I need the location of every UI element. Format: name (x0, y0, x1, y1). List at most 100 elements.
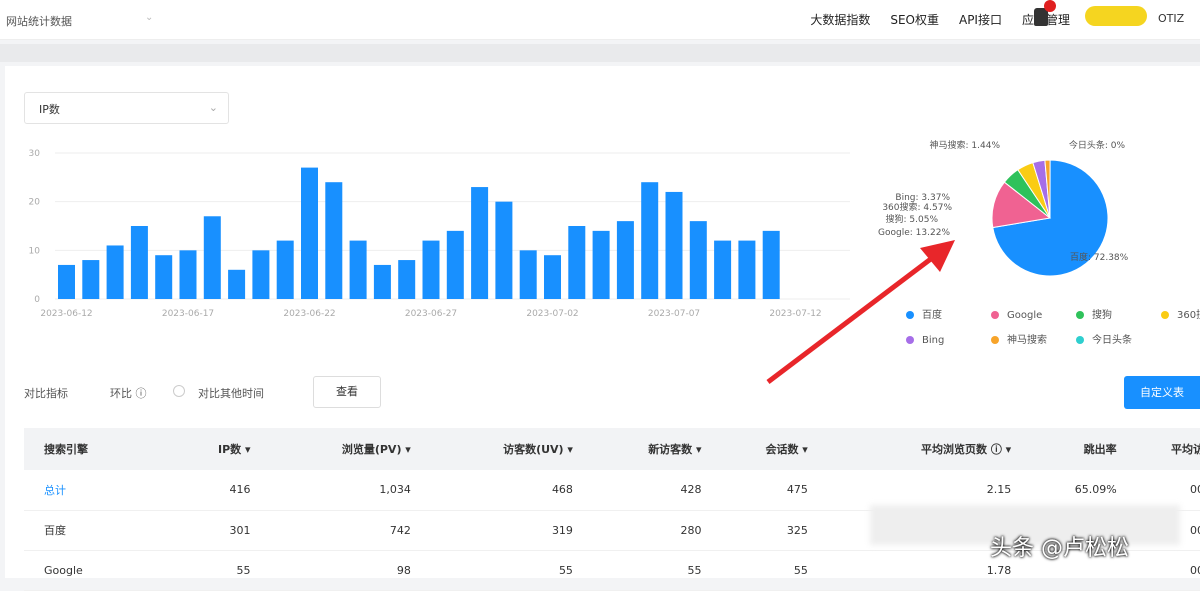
column-header[interactable]: 浏览量(PV) ▾ (260, 428, 421, 470)
metric-select-value: IP数 (39, 103, 60, 116)
site-selector[interactable]: 网站统计数据 (6, 13, 72, 29)
column-header[interactable]: 访客数(UV) ▾ (420, 428, 583, 470)
y-tick-label: 10 (29, 246, 41, 256)
slice-label: 搜狗: 5.05% (886, 213, 939, 225)
slice-label: 百度: 72.38% (1070, 251, 1129, 263)
bar-chart: 0 10 20 30 2023-06-12 2023-06-17 2023-06-22 202… (29, 149, 850, 319)
top-bar: 网站统计数据 ⌄ 大数据指数 SEO权重 API接口 应用管理 OTIZ (0, 0, 1200, 40)
table-cell: 428 (582, 470, 712, 511)
table-cell: 301 (174, 510, 261, 551)
other-time-option[interactable]: 对比其他时间 (198, 385, 264, 401)
column-header[interactable]: 搜索引擎 (24, 428, 175, 470)
bar[interactable] (155, 255, 173, 299)
table-cell: 280 (582, 510, 712, 551)
bar[interactable] (689, 221, 707, 299)
slice-label: Bing: 3.37% (895, 193, 950, 203)
table-cell: 468 (420, 470, 583, 511)
top-nav: 大数据指数 SEO权重 API接口 应用管理 (810, 11, 1070, 28)
legend-marker[interactable] (1076, 336, 1084, 344)
bar[interactable] (641, 182, 659, 299)
bar[interactable] (422, 240, 440, 299)
x-tick-label: 2023-06-17 (162, 309, 214, 319)
column-header[interactable]: 平均访 (1126, 428, 1200, 470)
legend-marker[interactable] (991, 336, 999, 344)
column-header[interactable]: 跳出率 (1021, 428, 1127, 470)
table-cell: 00 (1126, 550, 1200, 591)
bar[interactable] (179, 250, 197, 299)
bar[interactable] (130, 226, 148, 299)
table-cell: 319 (420, 510, 583, 551)
legend-label[interactable]: Google (1007, 310, 1042, 321)
table-cell: 742 (260, 510, 421, 551)
custom-table-button[interactable]: 自定义表 (1124, 376, 1200, 409)
bar[interactable] (446, 230, 464, 299)
chevron-down-icon[interactable]: ⌄ (145, 12, 153, 23)
legend-marker[interactable] (1161, 311, 1169, 319)
bar[interactable] (301, 167, 318, 299)
x-tick-label: 2023-07-07 (648, 309, 700, 319)
legend-marker[interactable] (991, 311, 999, 319)
mom-option[interactable]: 环比 ⓘ (110, 385, 147, 401)
legend-marker[interactable] (1076, 311, 1084, 319)
legend-label[interactable]: 今日头条 (1092, 333, 1132, 346)
bar[interactable] (714, 240, 732, 299)
table-cell: 98 (260, 550, 421, 591)
bar[interactable] (82, 260, 100, 299)
y-tick-label: 20 (29, 198, 41, 208)
x-tick-label: 2023-07-02 (526, 309, 578, 319)
column-header[interactable]: 新访客数 ▾ (582, 428, 712, 470)
slice-label: 神马搜索: 1.44% (930, 139, 1001, 151)
vip-badge[interactable] (1085, 6, 1147, 26)
table-cell: 2.15 (817, 470, 1022, 511)
y-tick-label: 30 (29, 149, 41, 159)
bar[interactable] (544, 255, 561, 299)
table-cell: 65.09% (1021, 470, 1127, 511)
legend-label[interactable]: 360搜索 (1177, 308, 1200, 321)
metric-select[interactable]: IP数 ⌄ (24, 92, 229, 124)
table-cell: 百度 (24, 510, 175, 551)
bar[interactable] (665, 191, 683, 299)
legend-label[interactable]: 搜狗 (1092, 308, 1112, 321)
legend-label[interactable]: 神马搜索 (1007, 333, 1047, 346)
x-tick-label: 2023-06-12 (40, 309, 92, 319)
column-header[interactable]: IP数 ▾ (174, 428, 261, 470)
bar[interactable] (519, 250, 537, 299)
nav-item[interactable]: 大数据指数 (810, 11, 870, 28)
divider (0, 44, 1200, 62)
bar[interactable] (106, 245, 124, 299)
table-cell: 55 (582, 550, 712, 591)
bar[interactable] (568, 226, 586, 299)
column-header[interactable]: 平均浏览页数 ⓘ ▾ (817, 428, 1022, 470)
radio-other-time[interactable] (173, 385, 185, 397)
bar[interactable] (738, 240, 756, 299)
bar[interactable] (349, 240, 367, 299)
username[interactable]: OTIZ (1158, 12, 1184, 25)
column-header[interactable]: 会话数 ▾ (711, 428, 818, 470)
table-cell: Google (24, 550, 175, 591)
table-cell: 55 (174, 550, 261, 591)
view-button[interactable]: 查看 (313, 376, 381, 408)
table-cell: 55 (711, 550, 818, 591)
bar[interactable] (616, 221, 634, 299)
nav-item[interactable]: API接口 (959, 11, 1002, 28)
chevron-down-icon: ⌄ (208, 101, 218, 114)
table-cell: 475 (711, 470, 818, 511)
table-cell[interactable]: 总计 (24, 470, 175, 511)
y-tick-label: 0 (34, 295, 40, 305)
bar[interactable] (592, 230, 610, 299)
table-cell: 325 (711, 510, 818, 551)
bar[interactable] (203, 216, 221, 299)
bar[interactable] (398, 260, 416, 299)
watermark: 头条 @卢松松 (990, 536, 1129, 561)
bar[interactable] (228, 269, 246, 299)
bar[interactable] (373, 264, 391, 299)
bar[interactable] (471, 187, 489, 299)
red-arrow (766, 240, 955, 384)
table-cell: 416 (174, 470, 261, 511)
bar[interactable] (325, 182, 343, 299)
bar[interactable] (252, 250, 270, 299)
nav-item[interactable]: SEO权重 (890, 11, 939, 28)
bar[interactable] (58, 264, 75, 299)
bar[interactable] (276, 240, 294, 299)
bar[interactable] (495, 201, 513, 299)
